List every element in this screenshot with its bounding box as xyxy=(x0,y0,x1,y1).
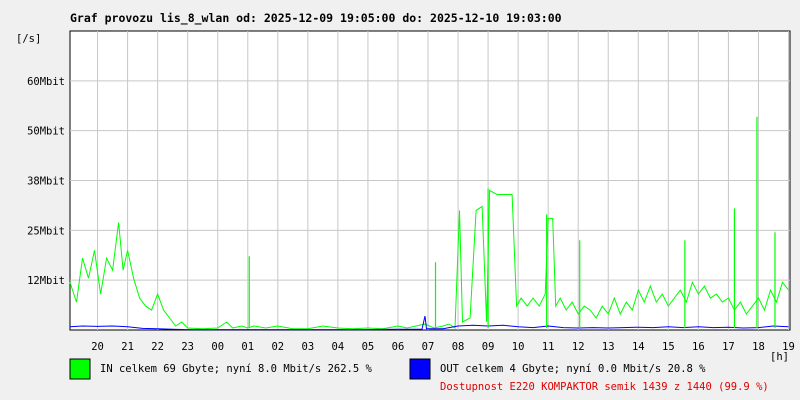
legend-in-text: IN celkem 69 Gbyte; nyní 8.0 Mbit/s 262.… xyxy=(100,363,373,375)
x-tick-label: 20 xyxy=(91,341,104,353)
chart-title: Graf provozu lis_8_wlan od: 2025-12-09 1… xyxy=(70,11,562,26)
x-tick-label: 06 xyxy=(392,341,405,353)
x-tick-label: 00 xyxy=(211,341,224,353)
y-tick-label: 25Mbit xyxy=(27,225,65,237)
x-tick-label: 14 xyxy=(632,341,645,353)
x-tick-label: 08 xyxy=(452,341,465,353)
x-tick-label: 03 xyxy=(302,341,315,353)
y-tick-label: 60Mbit xyxy=(27,76,65,88)
traffic-chart: Graf provozu lis_8_wlan od: 2025-12-09 1… xyxy=(0,0,800,400)
y-axis-unit-label: [/s] xyxy=(16,33,41,45)
x-tick-label: 18 xyxy=(752,341,765,353)
y-tick-label: 50Mbit xyxy=(27,126,65,138)
x-tick-label: 15 xyxy=(662,341,675,353)
x-tick-label: 23 xyxy=(181,341,194,353)
x-tick-label: 09 xyxy=(482,341,495,353)
x-tick-label: 19 xyxy=(782,341,795,353)
x-tick-label: 12 xyxy=(572,341,585,353)
legend-out-swatch xyxy=(409,358,431,380)
x-tick-label: 17 xyxy=(722,341,735,353)
x-tick-label: 22 xyxy=(151,341,164,353)
y-tick-label: 12Mbit xyxy=(27,275,65,287)
x-tick-label: 01 xyxy=(241,341,254,353)
x-tick-label: 16 xyxy=(692,341,705,353)
x-tick-label: 02 xyxy=(271,341,284,353)
availability-text: Dostupnost E220 KOMPAKTOR semik 1439 z 1… xyxy=(440,381,769,393)
x-tick-label: 13 xyxy=(602,341,615,353)
x-tick-label: 07 xyxy=(422,341,435,353)
legend-in-swatch xyxy=(69,358,91,380)
x-tick-label: 04 xyxy=(332,341,345,353)
y-tick-label: 38Mbit xyxy=(27,176,65,188)
x-tick-label: 11 xyxy=(542,341,555,353)
x-tick-label: 21 xyxy=(121,341,134,353)
legend-out-text: OUT celkem 4 Gbyte; nyní 0.0 Mbit/s 20.8… xyxy=(440,363,706,375)
x-tick-label: 10 xyxy=(512,341,525,353)
x-tick-label: 05 xyxy=(362,341,375,353)
